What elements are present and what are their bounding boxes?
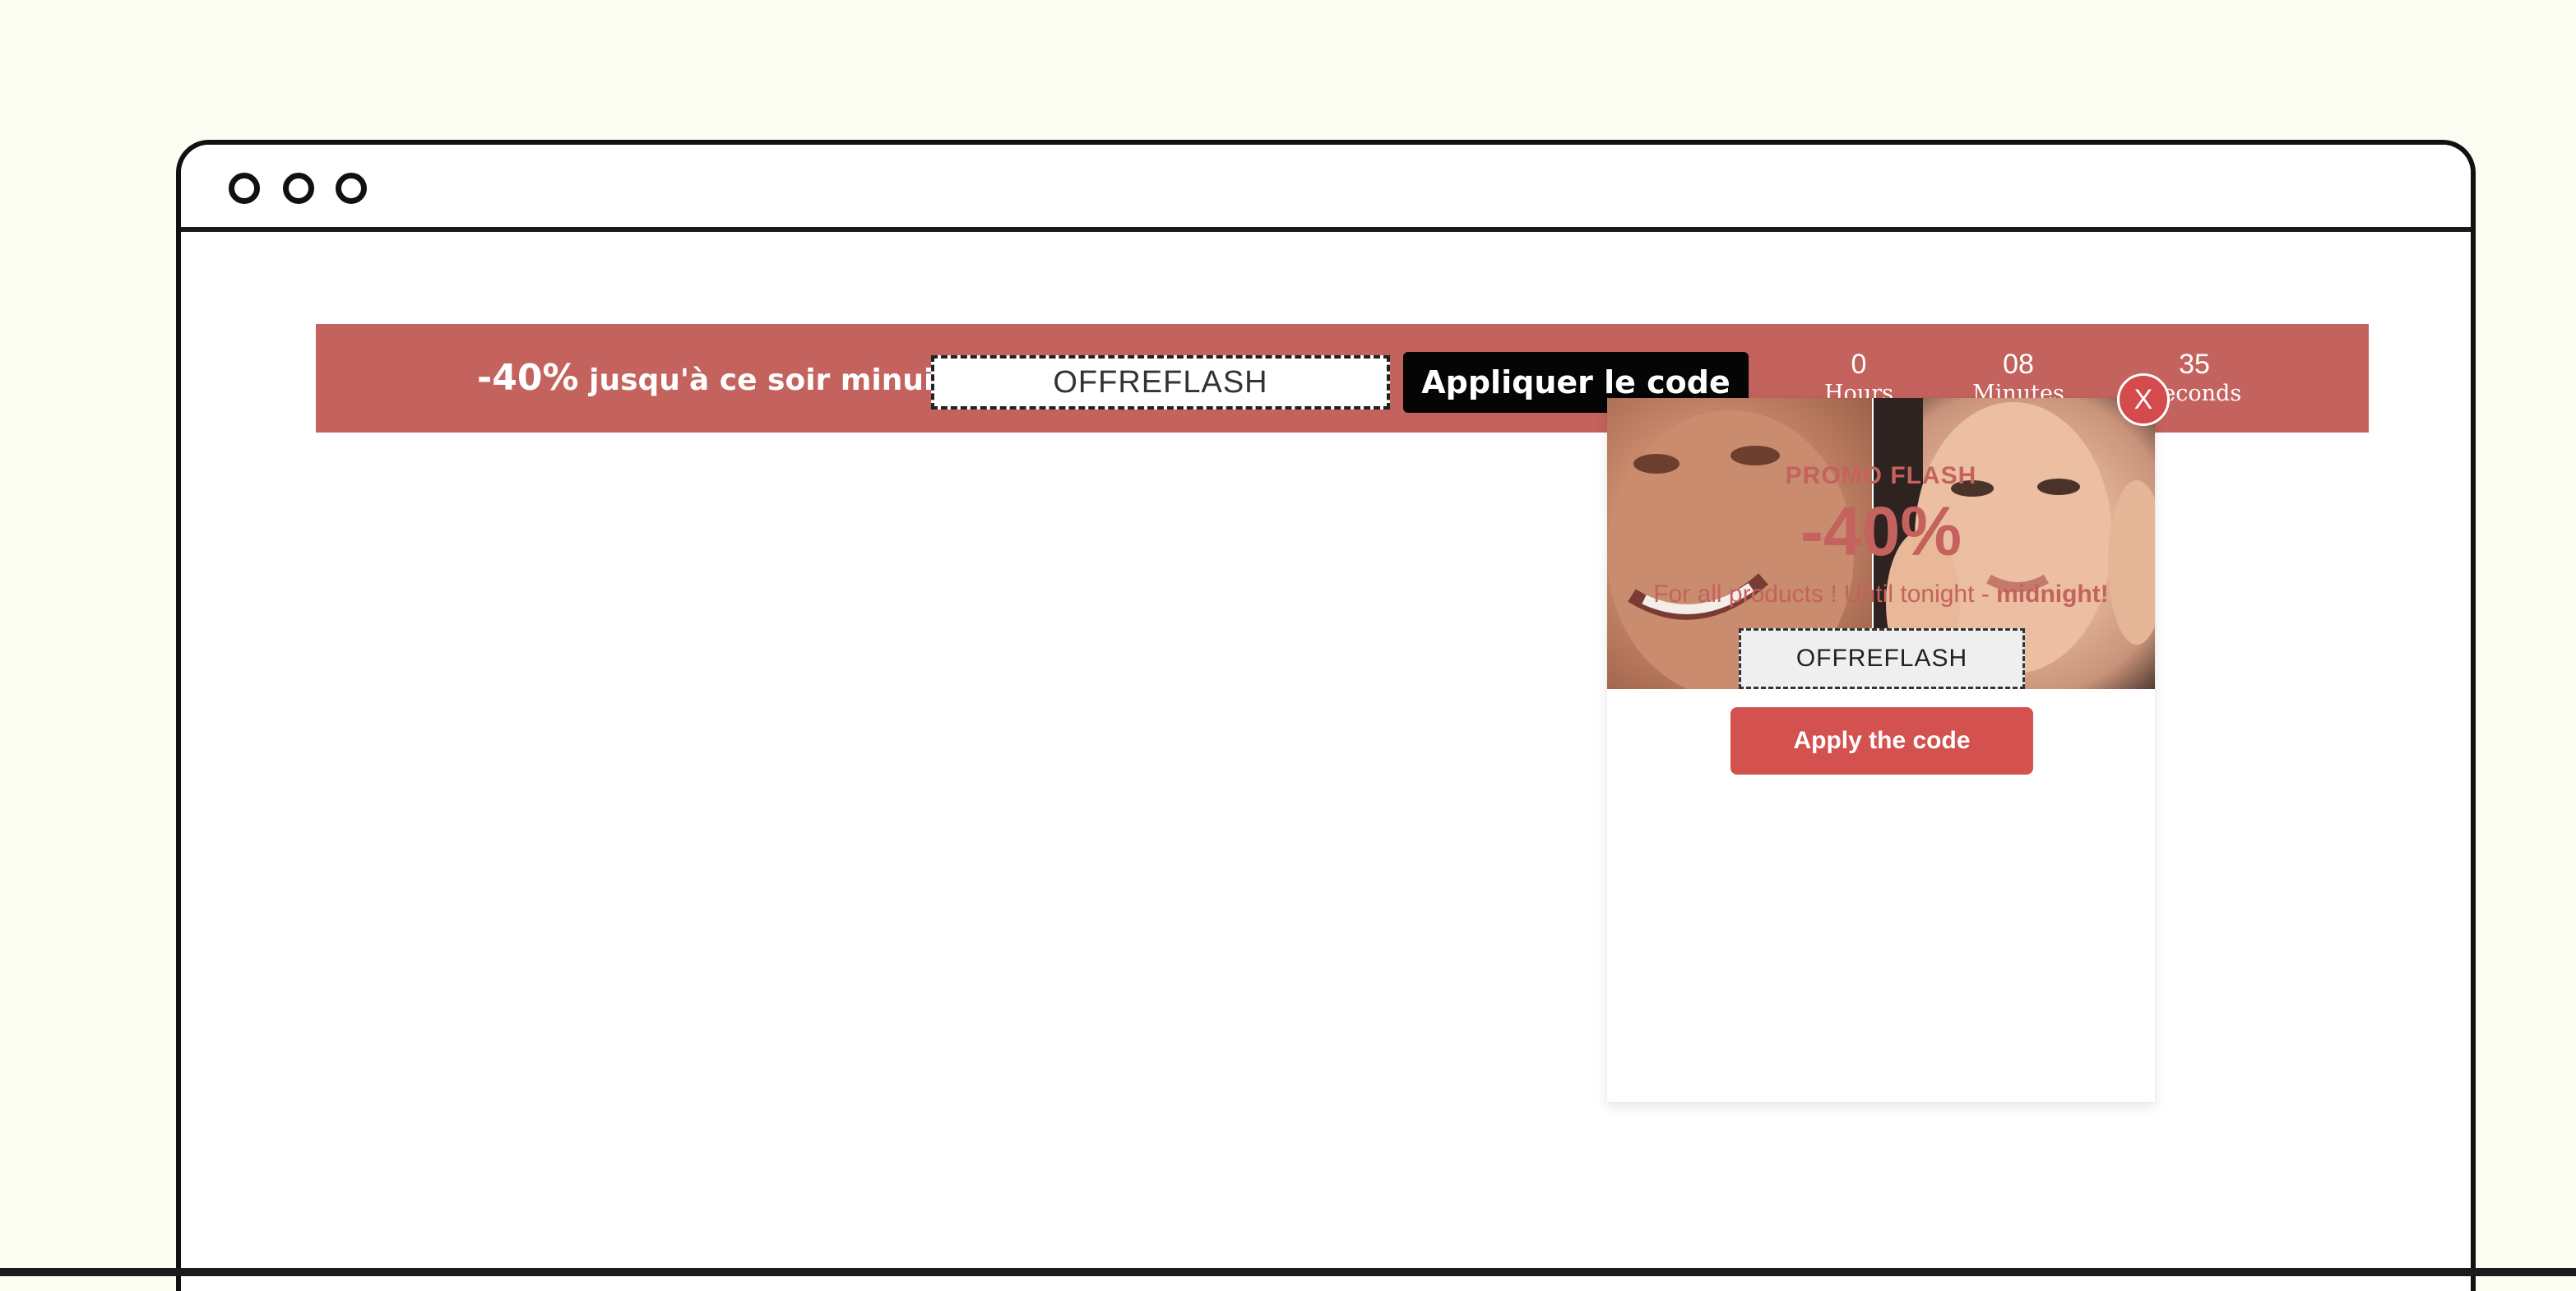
subtitle-separator: ! bbox=[1830, 581, 1837, 608]
window-control-dot[interactable] bbox=[336, 173, 367, 204]
promo-subtitle: For all products ! Until tonight - midni… bbox=[1607, 581, 2155, 608]
subtitle-midnight: midnight! bbox=[1996, 581, 2109, 608]
popup-promo-code[interactable]: OFFREFLASH bbox=[1739, 628, 2025, 689]
banner-discount: -40% bbox=[477, 357, 579, 399]
page: { "colors": { "background": "#fbfcf2", "… bbox=[0, 0, 2576, 1291]
subtitle-until: Until tonight - bbox=[1844, 581, 1990, 608]
promo-discount: -40% bbox=[1800, 493, 1962, 570]
subtitle-products: For all products bbox=[1653, 581, 1823, 608]
banner-message: -40% jusqu'à ce soir minuit bbox=[477, 357, 948, 399]
apply-the-code-button[interactable]: Apply the code bbox=[1730, 707, 2033, 775]
banner-text: jusqu'à ce soir minuit bbox=[589, 363, 948, 397]
window-control-dot[interactable] bbox=[229, 173, 260, 204]
window-control-dot[interactable] bbox=[283, 173, 314, 204]
popup-body: PROMO FLASH -40% For all products ! Unti… bbox=[1607, 0, 2155, 1276]
promo-title: PROMO FLASH bbox=[1785, 462, 1977, 489]
bottom-edge-line bbox=[0, 1268, 2576, 1276]
banner-promo-code[interactable]: OFFREFLASH bbox=[931, 355, 1390, 410]
